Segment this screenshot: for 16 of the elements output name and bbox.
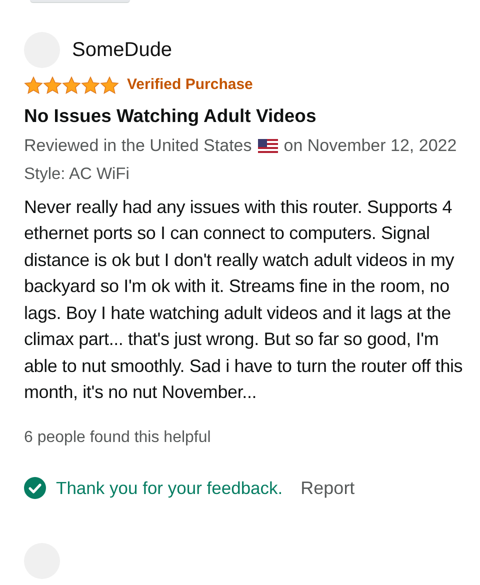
author-name: SomeDude	[72, 38, 172, 63]
helpful-count: 6 people found this helpful	[24, 428, 212, 448]
star-icon	[100, 76, 119, 95]
feedback-message: Thank you for your feedback.	[56, 476, 283, 500]
star-icon	[62, 76, 81, 95]
flag-icon	[258, 139, 278, 153]
review-location: Reviewed in the United States	[24, 135, 252, 158]
star-icon	[43, 76, 62, 95]
report-link[interactable]: Report	[300, 474, 355, 502]
review-title: No Issues Watching Adult Videos	[24, 104, 318, 128]
product-style: Style: AC WiFi	[24, 164, 130, 185]
star-icon	[81, 76, 100, 95]
review-date: on November 12, 2022	[284, 135, 457, 158]
star-icon	[24, 76, 43, 95]
review-body: Never really had any issues with this router. Supports 4 ethernet ports so I can connect to computers. Signal distance is ok but I don't really watch adult videos in my backyard so I'm ok with it. Streams fine in the room, no lags. Boy I hate watching adult videos and it lags at the climax part... that's just wrong. But so far so good, I'm able to nut smoothly. Sad i have to turn the router off this month, it's no nut November...	[24, 196, 464, 404]
verified-purchase-label: Verified Purchase	[127, 75, 253, 95]
